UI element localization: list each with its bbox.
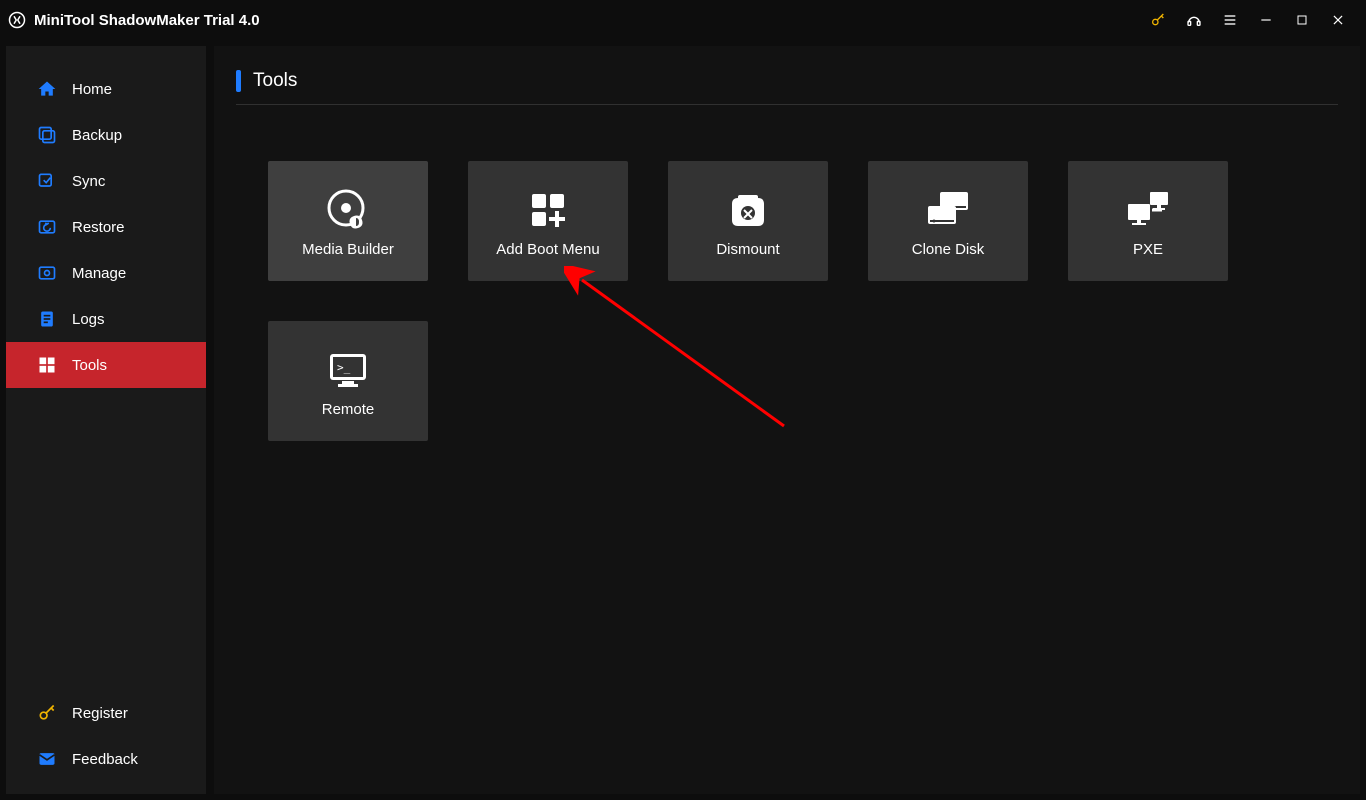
tool-media-builder[interactable]: Media Builder	[268, 161, 428, 281]
add-boot-menu-icon	[524, 185, 572, 235]
sidebar-item-backup[interactable]: Backup	[18, 112, 194, 158]
manage-icon	[36, 262, 58, 284]
restore-icon	[36, 216, 58, 238]
sidebar-item-label: Home	[72, 81, 112, 98]
tool-pxe[interactable]: PXE	[1068, 161, 1228, 281]
app-logo-icon	[8, 11, 26, 29]
title-accent	[236, 70, 241, 92]
tool-label: PXE	[1133, 241, 1163, 258]
sidebar-item-restore[interactable]: Restore	[18, 204, 194, 250]
sync-icon	[36, 170, 58, 192]
tool-remote[interactable]: >_ Remote	[268, 321, 428, 441]
sidebar-item-logs[interactable]: Logs	[18, 296, 194, 342]
svg-text:>_: >_	[337, 361, 351, 374]
tools-grid: Media Builder Add Boot Menu	[236, 161, 1338, 441]
license-key-icon[interactable]	[1144, 6, 1172, 34]
help-icon[interactable]	[1180, 6, 1208, 34]
tools-icon	[36, 354, 58, 376]
tool-dismount[interactable]: Dismount	[668, 161, 828, 281]
tool-clone-disk[interactable]: Clone Disk	[868, 161, 1028, 281]
logs-icon	[36, 308, 58, 330]
media-builder-icon	[324, 185, 372, 235]
sidebar-item-home[interactable]: Home	[18, 66, 194, 112]
tool-label: Remote	[322, 401, 375, 418]
tool-label: Dismount	[716, 241, 779, 258]
main-panel: Tools Media Builder	[214, 46, 1360, 794]
tool-label: Media Builder	[302, 241, 394, 258]
sidebar-item-tools[interactable]: Tools	[6, 342, 206, 388]
sidebar-item-register[interactable]: Register	[18, 690, 194, 736]
window-title: MiniTool ShadowMaker Trial 4.0	[34, 12, 260, 29]
sidebar-item-label: Restore	[72, 219, 125, 236]
sidebar-item-label: Backup	[72, 127, 122, 144]
sidebar-item-label: Logs	[72, 311, 105, 328]
tool-label: Clone Disk	[912, 241, 985, 258]
backup-icon	[36, 124, 58, 146]
page-header: Tools	[236, 70, 1338, 92]
mail-icon	[36, 748, 58, 770]
sidebar-item-label: Register	[72, 705, 128, 722]
remote-icon: >_	[324, 345, 372, 395]
page-title: Tools	[253, 70, 297, 92]
home-icon	[36, 78, 58, 100]
sidebar-item-manage[interactable]: Manage	[18, 250, 194, 296]
dismount-icon	[724, 185, 772, 235]
sidebar-item-feedback[interactable]: Feedback	[18, 736, 194, 782]
menu-icon[interactable]	[1216, 6, 1244, 34]
divider	[236, 104, 1338, 105]
sidebar-item-label: Feedback	[72, 751, 138, 768]
sidebar-item-label: Sync	[72, 173, 105, 190]
sidebar-item-label: Tools	[72, 357, 107, 374]
pxe-icon	[1122, 185, 1174, 235]
close-button[interactable]	[1324, 6, 1352, 34]
tool-add-boot-menu[interactable]: Add Boot Menu	[468, 161, 628, 281]
sidebar-item-sync[interactable]: Sync	[18, 158, 194, 204]
maximize-button[interactable]	[1288, 6, 1316, 34]
sidebar: Home Backup Sync Restore Manage	[6, 46, 206, 794]
sidebar-item-label: Manage	[72, 265, 126, 282]
key-icon	[36, 702, 58, 724]
clone-disk-icon	[922, 185, 974, 235]
minimize-button[interactable]	[1252, 6, 1280, 34]
titlebar: MiniTool ShadowMaker Trial 4.0	[0, 0, 1366, 40]
tool-label: Add Boot Menu	[496, 241, 599, 258]
